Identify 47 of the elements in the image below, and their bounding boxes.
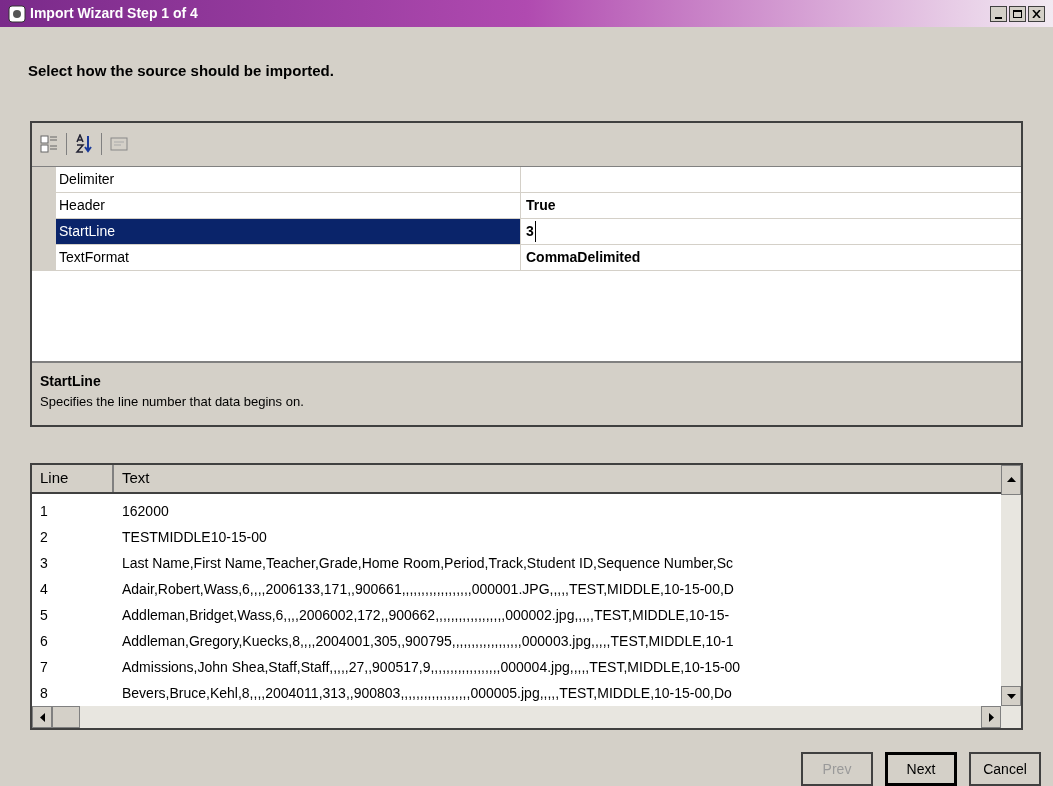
minimize-icon bbox=[995, 16, 1002, 19]
window-title: Import Wizard Step 1 of 4 bbox=[30, 4, 198, 24]
horizontal-scrollbar[interactable] bbox=[32, 706, 1021, 728]
instruction-text: Select how the source should be imported. bbox=[27, 61, 335, 82]
app-icon bbox=[8, 4, 26, 23]
close-icon bbox=[1032, 9, 1041, 18]
property-value[interactable]: CommaDelimited bbox=[526, 246, 641, 268]
minimize-button[interactable] bbox=[990, 5, 1007, 22]
property-value[interactable]: True bbox=[526, 194, 556, 216]
sort-alphabetical-icon[interactable] bbox=[75, 134, 93, 155]
maximize-icon bbox=[1013, 9, 1022, 18]
vertical-scrollbar[interactable] bbox=[1001, 464, 1021, 706]
column-header[interactable]: Line bbox=[32, 464, 114, 492]
line-text: Addleman,Gregory,Kuecks,8,,,,2004001,305,,900795,,,,,,,,,,,,,,,,,,000003.jpg,,,,,TEST,MIDDLE,10-1 bbox=[121, 631, 735, 651]
line-text: Admissions,John Shea,Staff,Staff,,,,,27,,900517,9,,,,,,,,,,,,,,,,,,000004.jpg,,,,,TEST,MIDDLE,10-15-00 bbox=[121, 657, 742, 677]
line-number: 3 bbox=[39, 553, 49, 573]
line-number: 2 bbox=[39, 527, 49, 547]
dialog-button[interactable]: Next bbox=[885, 752, 957, 786]
description-title: StartLine bbox=[40, 371, 102, 391]
scroll-up-icon[interactable] bbox=[1006, 477, 1016, 483]
dialog-button[interactable]: Cancel bbox=[969, 752, 1041, 786]
column-header[interactable]: Text bbox=[114, 464, 1001, 492]
line-text: TESTMIDDLE10-15-00 bbox=[121, 527, 268, 547]
property-name[interactable]: Header bbox=[56, 192, 521, 218]
line-text: Last Name,First Name,Teacher,Grade,Home Room,Period,Track,Student ID,Sequence Number,Sc bbox=[121, 553, 735, 573]
line-number: 1 bbox=[39, 501, 49, 521]
line-text: Adair,Robert,Wass,6,,,,2006133,171,,900661,,,,,,,,,,,,,,,,,,000001.JPG,,,,,TEST,MIDDLE,10-15-00,D bbox=[121, 579, 735, 599]
line-text: 162000 bbox=[121, 501, 170, 521]
property-name[interactable]: StartLine bbox=[56, 218, 521, 244]
line-number: 4 bbox=[39, 579, 49, 599]
line-number: 6 bbox=[39, 631, 49, 651]
property-value[interactable]: 3 bbox=[526, 220, 536, 242]
property-name[interactable]: TextFormat bbox=[56, 244, 521, 270]
description-text: Specifies the line number that data begins on. bbox=[40, 392, 305, 411]
maximize-button[interactable] bbox=[1009, 5, 1026, 22]
categorized-icon[interactable] bbox=[40, 135, 58, 154]
scroll-right-icon[interactable] bbox=[988, 712, 994, 722]
line-text: Bevers,Bruce,Kehl,8,,,,2004011,313,,900803,,,,,,,,,,,,,,,,,,000005.jpg,,,,,TEST,MIDDLE,10-15-00,Do bbox=[121, 683, 733, 703]
line-number: 5 bbox=[39, 605, 49, 625]
line-number: 7 bbox=[39, 657, 49, 677]
property-name[interactable]: Delimiter bbox=[56, 166, 521, 192]
close-button[interactable] bbox=[1028, 5, 1045, 22]
line-text: Addleman,Bridget,Wass,6,,,,2006002,172,,900662,,,,,,,,,,,,,,,,,,000002.jpg,,,,,TEST,MIDDLE,10-15- bbox=[121, 605, 731, 625]
scroll-down-icon[interactable] bbox=[1006, 693, 1016, 699]
scroll-thumb[interactable] bbox=[52, 706, 80, 728]
line-number: 8 bbox=[39, 683, 49, 703]
scroll-left-icon[interactable] bbox=[39, 712, 45, 722]
